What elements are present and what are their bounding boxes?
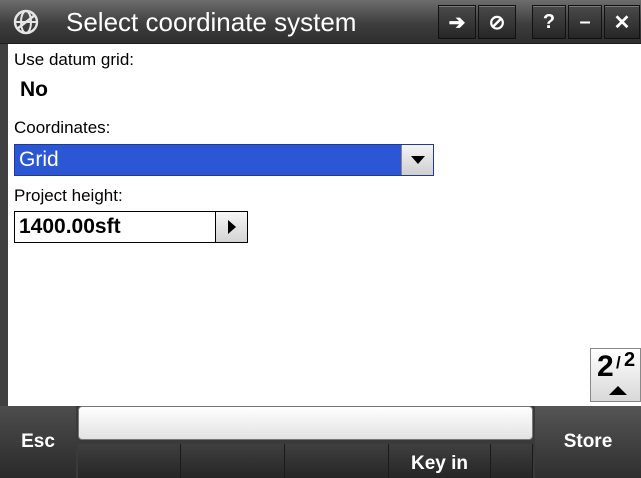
current-page-number: 2 xyxy=(597,350,614,383)
key-in-button[interactable]: Key in xyxy=(389,444,491,478)
no-entry-icon: ⊘ xyxy=(488,11,506,34)
coordinate-system-form: Use datum grid: No Coordinates: Grid Pro… xyxy=(0,44,641,406)
softkey-bar: Esc Key in Store xyxy=(0,406,641,478)
softkey-slot-1[interactable] xyxy=(78,444,181,478)
esc-button[interactable]: Esc xyxy=(0,406,76,478)
title-bar: Select coordinate system ➔ ⊘ ? – ✕ xyxy=(0,0,641,44)
window-title: Select coordinate system xyxy=(66,7,357,37)
minimize-button[interactable]: – xyxy=(568,5,602,39)
softkey-slot-3[interactable] xyxy=(285,444,389,478)
cancel-measurement-button[interactable]: ⊘ xyxy=(478,5,516,39)
project-height-input[interactable]: 1400.00sft xyxy=(14,211,248,243)
close-button[interactable]: ✕ xyxy=(604,5,640,39)
trimble-globe-icon[interactable] xyxy=(6,4,46,40)
datum-grid-label: Use datum grid: xyxy=(14,50,134,69)
coordinates-selected-value: Grid xyxy=(19,148,59,171)
project-height-options-button[interactable] xyxy=(215,212,247,242)
minimize-icon: – xyxy=(579,10,591,33)
coordinates-label: Coordinates: xyxy=(14,118,111,137)
login-button[interactable]: ➔ xyxy=(438,5,476,39)
store-button[interactable]: Store xyxy=(535,406,641,478)
project-height-value: 1400.00sft xyxy=(19,215,121,238)
coordinates-dropdown[interactable]: Grid xyxy=(14,144,434,176)
page-separator: / xyxy=(616,353,621,372)
close-icon: ✕ xyxy=(613,11,631,34)
softkey-slot-5[interactable] xyxy=(491,444,533,478)
login-arrow-icon: ➔ xyxy=(448,11,466,34)
page-indicator-button[interactable]: 2 / 2 xyxy=(590,348,641,402)
triangle-up-icon xyxy=(609,386,627,395)
datum-grid-value: No xyxy=(20,78,48,101)
dropdown-arrow-button[interactable] xyxy=(401,145,433,175)
status-line xyxy=(78,406,533,440)
chevron-down-icon xyxy=(410,156,425,164)
project-height-label: Project height: xyxy=(14,186,123,205)
help-button[interactable]: ? xyxy=(532,5,566,39)
total-pages-number: 2 xyxy=(624,349,636,371)
softkey-slot-2[interactable] xyxy=(181,444,285,478)
triangle-right-icon xyxy=(227,220,236,234)
help-icon: ? xyxy=(542,10,556,33)
